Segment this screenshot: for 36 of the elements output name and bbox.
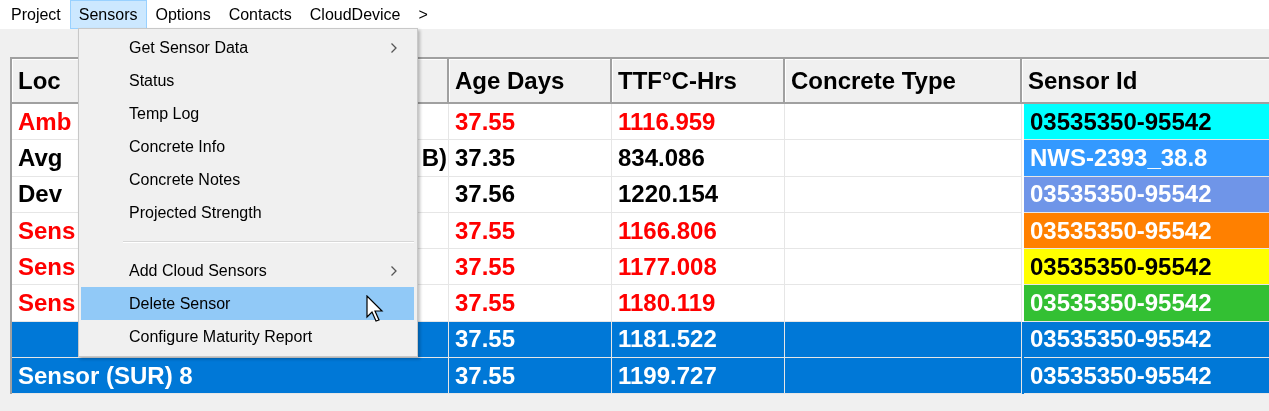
location-cell: B)	[421, 143, 447, 172]
menu-bar-item[interactable]: Sensors	[69, 0, 147, 29]
age-days-cell: 37.56	[449, 176, 612, 213]
menu-bar-item[interactable]: Contacts	[219, 0, 301, 29]
table-row[interactable]: Sensor (SUR) 8 37.55 1199.727 03535350-95542	[12, 358, 1269, 395]
ttf-cell: 1199.727	[612, 358, 785, 395]
chevron-right-icon	[390, 264, 398, 277]
menu-item[interactable]: Add Cloud Sensors	[81, 254, 414, 287]
sensor-id-cell: 03535350-95542	[1024, 212, 1269, 250]
mouse-pointer-icon	[366, 295, 386, 325]
menu-bar-item[interactable]: >	[409, 0, 437, 29]
age-days-cell: 37.55	[449, 358, 612, 395]
chevron-right-icon	[390, 41, 398, 54]
sensor-id-cell: 03535350-95542	[1024, 176, 1269, 213]
age-days-cell: 37.55	[449, 285, 612, 322]
menu-bar-item[interactable]: Project	[2, 0, 70, 29]
sensor-id-cell: 03535350-95542	[1024, 285, 1269, 322]
menu-item[interactable]: Get Sensor Data	[81, 31, 414, 64]
ttf-cell: 1180.119	[612, 285, 785, 322]
location-cell: Avg	[18, 143, 63, 172]
menu-item[interactable]: Delete Sensor	[81, 287, 414, 320]
sensor-id-cell: NWS-2393_38.8	[1024, 140, 1269, 177]
menu-bar-item[interactable]: Options	[146, 0, 220, 29]
age-days-cell: 37.35	[449, 140, 612, 177]
menu-item[interactable]: Configure Maturity Report	[81, 320, 414, 353]
menu-bar-item[interactable]: CloudDevice	[300, 0, 410, 29]
ttf-cell: 1220.154	[612, 176, 785, 213]
ttf-cell: 834.086	[612, 140, 785, 177]
sensor-id-cell: 03535350-95542	[1024, 249, 1269, 286]
sensor-id-header[interactable]: Sensor Id	[1022, 59, 1269, 104]
location-cell: Sensor (SUR) 8	[12, 358, 449, 395]
ttf-header[interactable]: TTF°C-Hrs	[612, 59, 785, 104]
age-days-header[interactable]: Age Days	[449, 59, 612, 104]
menu-item[interactable]: Status	[81, 64, 414, 97]
concrete-type-header[interactable]: Concrete Type	[785, 59, 1022, 104]
sensor-id-cell: 03535350-95542	[1024, 104, 1269, 141]
